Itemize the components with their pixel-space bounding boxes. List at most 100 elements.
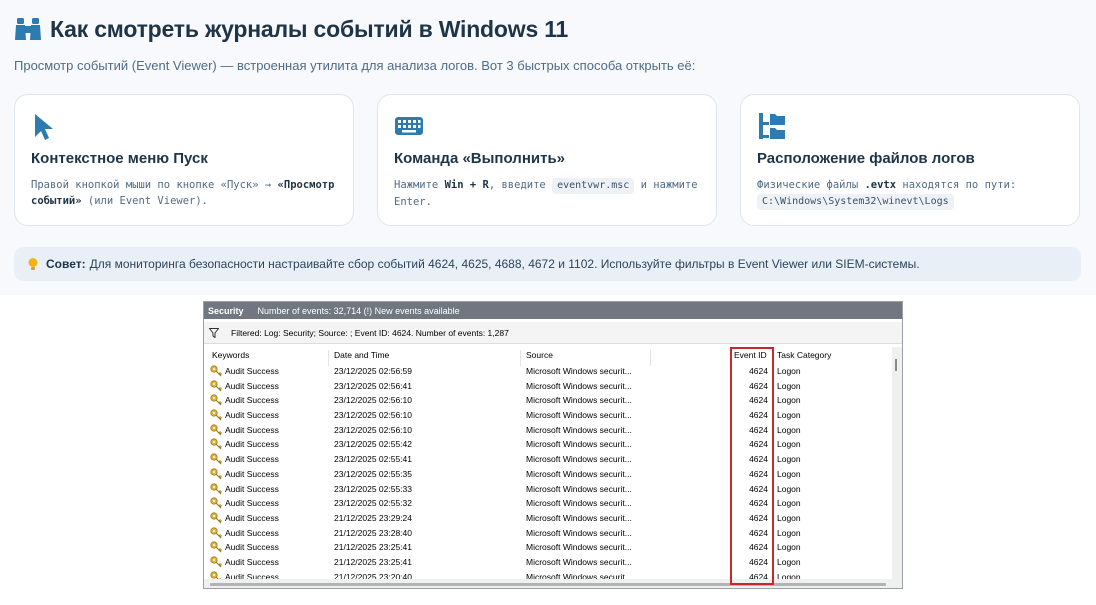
cell-date: 23/12/2025 02:55:33	[334, 483, 412, 494]
log-header: Security Number of events: 32,714 (!) Ne…	[204, 302, 902, 319]
table-row[interactable]: Audit Success 23/12/2025 02:55:42 Microsof…	[204, 437, 892, 452]
key-icon	[210, 424, 222, 436]
cell-task-category: Logon	[777, 527, 801, 538]
cell-task-category: Logon	[777, 542, 801, 553]
event-id-highlight	[730, 347, 774, 585]
key-icon	[210, 556, 222, 568]
cell-source: Microsoft Windows securit...	[526, 556, 632, 567]
card-description: Нажмите Win + R, введите eventvwr.msc и …	[394, 178, 698, 208]
event-list: Audit Success 23/12/2025 02:56:59 Microsof…	[204, 364, 892, 584]
column-task-category[interactable]: Task Category	[777, 350, 831, 360]
binoculars-icon	[15, 18, 41, 40]
vertical-scrollbar[interactable]	[892, 347, 902, 588]
cell-date: 23/12/2025 02:55:42	[334, 439, 412, 450]
key-icon	[210, 468, 222, 480]
column-date[interactable]: Date and Time	[334, 350, 389, 360]
table-row[interactable]: Audit Success 23/12/2025 02:56:59 Microsof…	[204, 364, 892, 379]
table-row[interactable]: Audit Success 23/12/2025 02:56:41 Microsof…	[204, 379, 892, 394]
card-start-menu: Контекстное меню Пуск Правой кнопкой мыш…	[14, 94, 354, 226]
cell-source: Microsoft Windows securit...	[526, 512, 632, 523]
column-keywords[interactable]: Keywords	[212, 350, 249, 360]
card-title: Расположение файлов логов	[757, 150, 975, 167]
table-row[interactable]: Audit Success 21/12/2025 23:25:41 Microsof…	[204, 555, 892, 570]
table-row[interactable]: Audit Success 23/12/2025 02:55:33 Microsof…	[204, 482, 892, 497]
cell-task-category: Logon	[777, 439, 801, 450]
key-icon	[210, 497, 222, 509]
cell-keywords: Audit Success	[225, 395, 279, 406]
cell-date: 23/12/2025 02:55:41	[334, 454, 412, 465]
cell-keywords: Audit Success	[225, 454, 279, 465]
cell-keywords: Audit Success	[225, 512, 279, 523]
cell-task-category: Logon	[777, 454, 801, 465]
cell-date: 23/12/2025 02:55:32	[334, 498, 412, 509]
cell-task-category: Logon	[777, 395, 801, 406]
table-row[interactable]: Audit Success 23/12/2025 02:55:35 Microsof…	[204, 467, 892, 482]
cell-date: 23/12/2025 02:56:10	[334, 424, 412, 435]
cell-task-category: Logon	[777, 380, 801, 391]
card-run-command: Команда «Выполнить» Нажмите Win + R, вве…	[377, 94, 717, 226]
cell-date: 21/12/2025 23:28:40	[334, 527, 412, 538]
cell-keywords: Audit Success	[225, 542, 279, 553]
table-row[interactable]: Audit Success 23/12/2025 02:55:32 Microsof…	[204, 496, 892, 511]
filter-text: Filtered: Log: Security; Source: ; Event…	[231, 327, 509, 338]
cell-keywords: Audit Success	[225, 468, 279, 479]
cell-source: Microsoft Windows securit...	[526, 542, 632, 553]
key-icon	[210, 409, 222, 421]
tip-label: Совет:	[46, 257, 86, 271]
keyboard-icon	[395, 117, 423, 135]
key-icon	[210, 526, 222, 538]
cell-source: Microsoft Windows securit...	[526, 498, 632, 509]
cell-keywords: Audit Success	[225, 410, 279, 421]
cell-keywords: Audit Success	[225, 380, 279, 391]
column-source[interactable]: Source	[526, 350, 553, 360]
event-viewer-panel: Security Number of events: 32,714 (!) Ne…	[203, 301, 903, 589]
folder-tree-icon	[759, 113, 785, 139]
key-icon	[210, 482, 222, 494]
table-row[interactable]: Audit Success 23/12/2025 02:56:10 Microsof…	[204, 408, 892, 423]
cell-source: Microsoft Windows securit...	[526, 410, 632, 421]
table-row[interactable]: Audit Success 21/12/2025 23:29:24 Microsof…	[204, 511, 892, 526]
page-subtitle: Просмотр событий (Event Viewer) — встрое…	[14, 58, 696, 73]
code-snippet: eventvwr.msc	[552, 178, 635, 194]
key-icon	[210, 394, 222, 406]
cell-keywords: Audit Success	[225, 556, 279, 567]
cell-source: Microsoft Windows securit...	[526, 395, 632, 406]
cell-source: Microsoft Windows securit...	[526, 468, 632, 479]
tip-text: Для мониторинга безопасности настраивайт…	[89, 257, 920, 271]
column-headers: Keywords Date and Time Source Event ID T…	[204, 347, 902, 366]
page-title: Как смотреть журналы событий в Windows 1…	[50, 15, 569, 42]
cell-date: 21/12/2025 23:29:24	[334, 512, 412, 523]
cell-task-category: Logon	[777, 556, 801, 567]
key-icon	[210, 453, 222, 465]
tip-banner: Совет: Для мониторинга безопасности наст…	[14, 247, 1081, 281]
cell-keywords: Audit Success	[225, 424, 279, 435]
cell-keywords: Audit Success	[225, 498, 279, 509]
cell-task-category: Logon	[777, 498, 801, 509]
cell-date: 21/12/2025 23:25:41	[334, 542, 412, 553]
cell-task-category: Logon	[777, 410, 801, 421]
card-description: Правой кнопкой мыши по кнопке «Пуск» → «…	[31, 179, 335, 207]
cell-source: Microsoft Windows securit...	[526, 439, 632, 450]
key-icon	[210, 365, 222, 377]
cell-keywords: Audit Success	[225, 439, 279, 450]
cell-keywords: Audit Success	[225, 483, 279, 494]
cell-source: Microsoft Windows securit...	[526, 366, 632, 376]
cell-date: 21/12/2025 23:25:41	[334, 556, 412, 567]
filter-icon	[209, 327, 219, 338]
card-title: Контекстное меню Пуск	[31, 150, 208, 167]
card-log-location: Расположение файлов логов Физические фай…	[740, 94, 1080, 226]
key-icon	[210, 512, 222, 524]
cell-task-category: Logon	[777, 483, 801, 494]
table-row[interactable]: Audit Success 23/12/2025 02:56:10 Microsof…	[204, 423, 892, 438]
cell-source: Microsoft Windows securit...	[526, 380, 632, 391]
log-name: Security	[208, 305, 244, 316]
cell-keywords: Audit Success	[225, 366, 279, 376]
cell-task-category: Logon	[777, 366, 801, 376]
table-row[interactable]: Audit Success 23/12/2025 02:55:41 Microsof…	[204, 452, 892, 467]
horizontal-scrollbar[interactable]	[204, 579, 892, 588]
table-row[interactable]: Audit Success 23/12/2025 02:56:10 Microsof…	[204, 393, 892, 408]
table-row[interactable]: Audit Success 21/12/2025 23:25:41 Microsof…	[204, 540, 892, 555]
cell-source: Microsoft Windows securit...	[526, 454, 632, 465]
table-row[interactable]: Audit Success 21/12/2025 23:28:40 Microsof…	[204, 526, 892, 541]
cursor-icon	[35, 114, 53, 140]
